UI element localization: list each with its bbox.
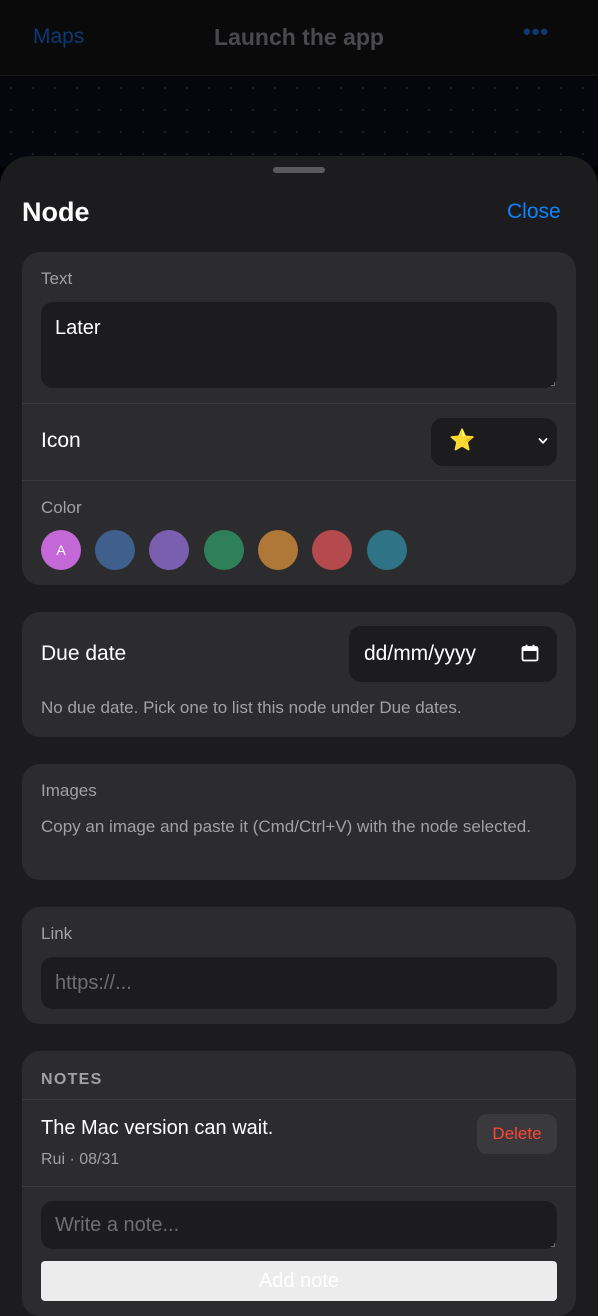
star-icon: ⭐ [449,429,476,452]
divider [22,1186,576,1187]
note-input-placeholder: Write a note... [55,1214,180,1236]
calendar-icon[interactable] [521,644,539,662]
link-placeholder: https://... [55,972,132,994]
color-swatch-purple[interactable] [149,530,189,570]
icon-label: Icon [41,429,81,452]
note-input[interactable]: Write a note... [41,1201,557,1249]
map-title: Launch the app [214,24,384,50]
resize-handle-icon[interactable] [551,1243,555,1247]
icon-select[interactable]: ⭐ [431,418,557,466]
text-field-label: Text [41,269,73,288]
color-swatch-teal[interactable] [367,530,407,570]
node-properties-card: Text Later Icon ⭐ Color A [22,252,576,585]
color-swatch-green[interactable] [204,530,244,570]
color-swatch-pink-selected[interactable]: A [41,530,81,570]
map-canvas-background [0,77,598,167]
node-sheet: Node Close Text Later Icon ⭐ Color A Due… [0,156,598,1316]
notes-card: NOTES The Mac version can wait. Rui · 08… [22,1051,576,1316]
add-note-button[interactable]: Add note [41,1261,557,1301]
more-options-icon[interactable]: ••• [523,19,549,45]
due-date-input[interactable]: dd/mm/yyyy [349,626,557,682]
due-date-label: Due date [41,642,127,665]
link-card: Link https://... [22,907,576,1024]
color-label: Color [41,498,82,517]
color-swatch-red[interactable] [312,530,352,570]
due-date-card: Due date dd/mm/yyyy No due date. Pick on… [22,612,576,737]
sheet-title: Node [22,197,90,227]
close-button[interactable]: Close [507,200,561,224]
notes-header: NOTES [41,1071,103,1088]
note-text: The Mac version can wait. [41,1117,274,1139]
link-label: Link [41,924,73,943]
node-text-value: Later [55,317,101,339]
note-meta: Rui · 08/31 [41,1151,120,1168]
color-swatch-blue[interactable] [95,530,135,570]
resize-handle-icon[interactable] [551,382,555,386]
due-date-helper-text: No due date. Pick one to list this node … [41,698,462,717]
node-text-input[interactable]: Later [41,302,557,388]
divider [22,1099,576,1100]
due-date-placeholder: dd/mm/yyyy [364,642,477,665]
delete-note-button[interactable]: Delete [477,1114,557,1154]
sheet-grabber-handle[interactable] [273,167,325,173]
selected-swatch-mark: A [56,542,66,558]
color-swatch-orange[interactable] [258,530,298,570]
images-card: Images Copy an image and paste it (Cmd/C… [22,764,576,880]
top-navigation-bar: Maps Launch the app ••• [0,0,598,76]
divider [22,403,576,404]
images-helper-text: Copy an image and paste it (Cmd/Ctrl+V) … [41,817,531,836]
chevron-down-icon [538,438,548,444]
link-input[interactable]: https://... [41,957,557,1009]
divider [22,480,576,481]
images-label: Images [41,781,97,800]
